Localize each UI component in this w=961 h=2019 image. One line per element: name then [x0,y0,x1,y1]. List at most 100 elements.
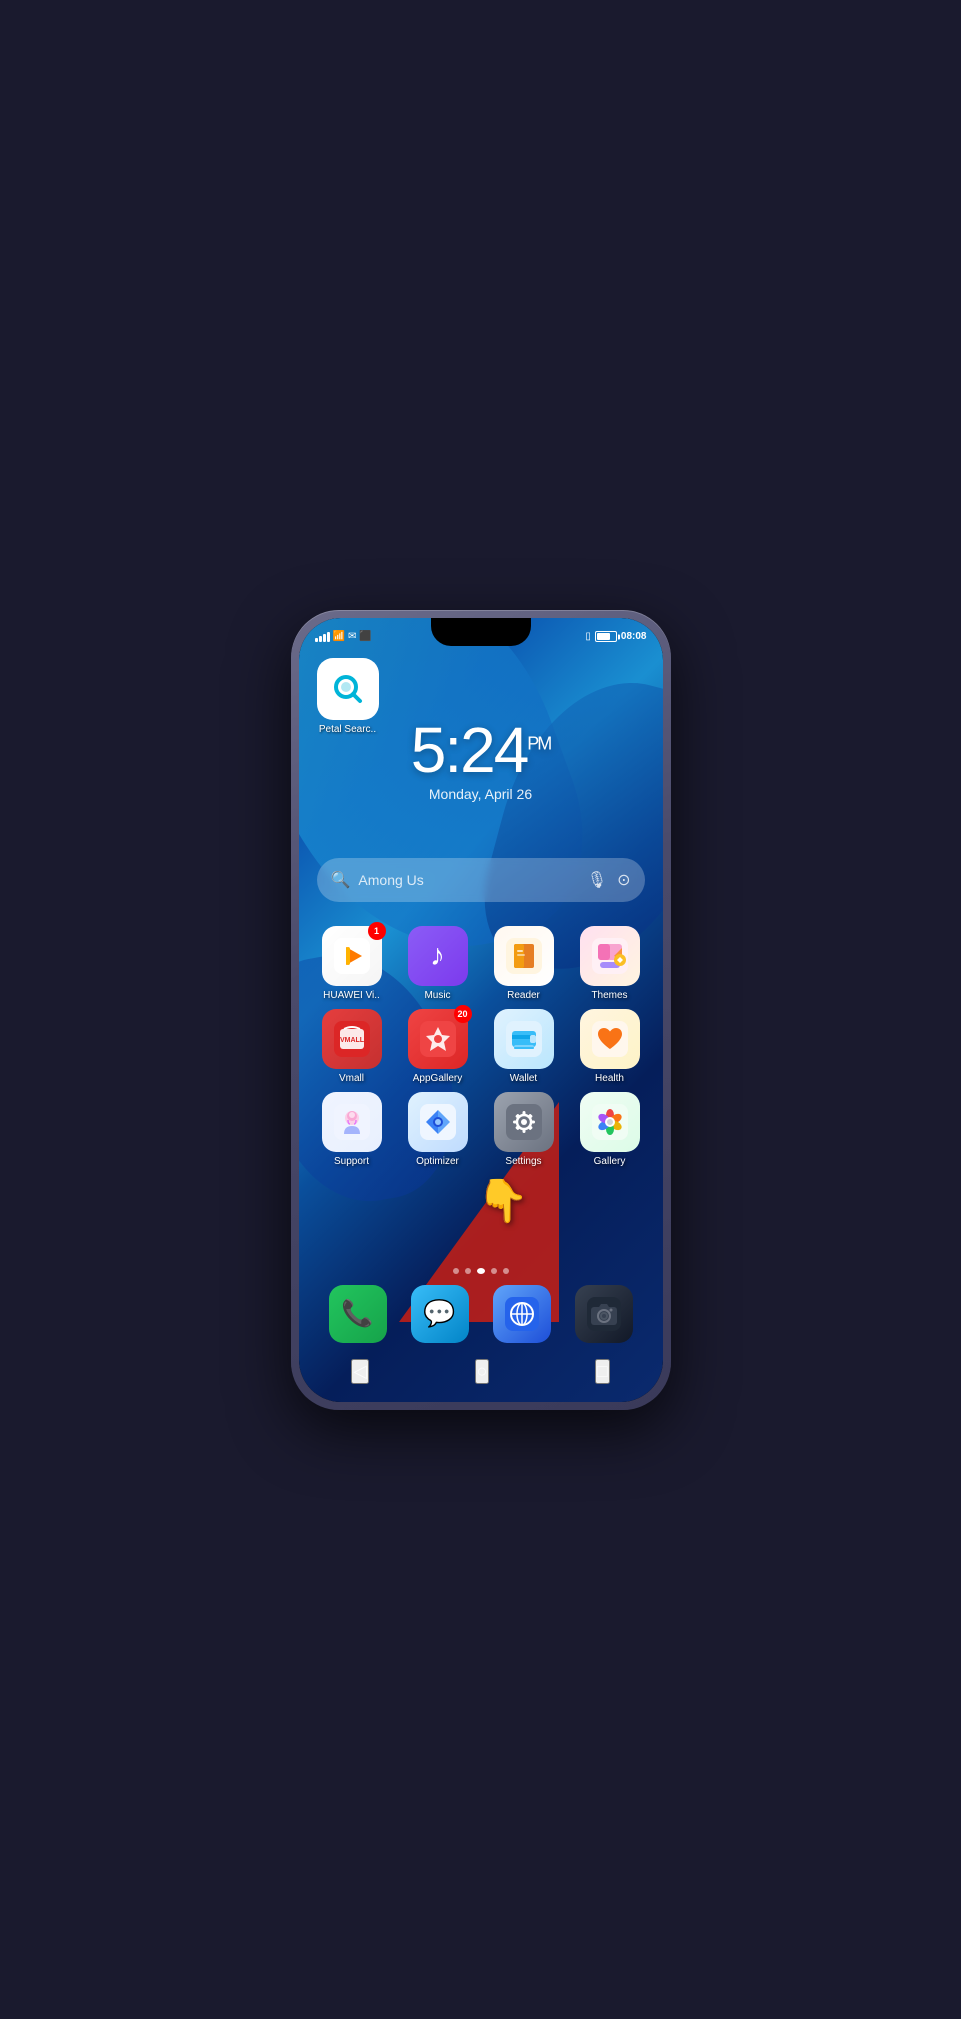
signal-bars [315,632,330,642]
page-dots [299,1268,663,1274]
optimizer-icon[interactable] [408,1092,468,1152]
nav-bar: ◁ ○ □ [299,1352,663,1392]
app-grid: 1 HUAWEI Vi.. ♪ [309,926,653,1175]
optimizer-svg [420,1104,456,1140]
gallery-label: Gallery [594,1156,626,1167]
dock-messages[interactable]: 💬 [411,1285,469,1343]
appgallery-label: AppGallery [413,1073,462,1084]
page-dot-3-active [477,1268,485,1274]
wallet-label: Wallet [510,1073,537,1084]
extra-status-icon: ⬛ [359,631,371,642]
settings-label: Settings [505,1156,541,1167]
appgallery-svg [420,1021,456,1057]
wifi-icon: 📶 [333,631,345,642]
page-dot-4 [491,1268,497,1274]
search-icon: 🔍 [331,870,351,890]
messages-icon: 💬 [423,1298,455,1329]
phone-frame: 📶 ✉ ⬛ ▯ 08:08 [291,610,671,1410]
vmall-label: Vmall [339,1073,364,1084]
dock: 📞 💬 [317,1280,645,1348]
wallet-svg [506,1021,542,1057]
battery-icon [595,631,617,642]
notch [431,618,531,646]
hand-cursor-icon: 👇 [477,1177,529,1224]
app-vmall[interactable]: VMALL Vmall [312,1009,392,1084]
vmall-icon[interactable]: VMALL [322,1009,382,1069]
signal-bar-1 [315,638,318,642]
dock-browser[interactable] [493,1285,551,1343]
battery-fill [597,633,610,640]
huawei-video-label: HUAWEI Vi.. [323,990,380,1001]
page-dot-5 [503,1268,509,1274]
app-support[interactable]: Support [312,1092,392,1167]
huawei-video-icon[interactable]: 1 [322,926,382,986]
status-left: 📶 ✉ ⬛ [315,631,372,642]
reader-icon[interactable] [494,926,554,986]
reader-label: Reader [507,990,540,1001]
support-icon[interactable] [322,1092,382,1152]
screen: 📶 ✉ ⬛ ▯ 08:08 [299,618,663,1402]
phone-icon: 📞 [341,1298,373,1329]
app-optimizer[interactable]: Optimizer [398,1092,478,1167]
health-svg [592,1021,628,1057]
petal-search-icon[interactable] [317,658,379,720]
svg-text:VMALL: VMALL [339,1037,364,1044]
nav-recent-button[interactable]: □ [595,1359,610,1384]
app-gallery[interactable]: Gallery [570,1092,650,1167]
app-reader[interactable]: Reader [484,926,564,1001]
clock-status: 08:08 [621,631,647,642]
app-huawei-video[interactable]: 1 HUAWEI Vi.. [312,926,392,1001]
data-icon: ✉ [348,631,356,642]
search-input-text[interactable]: Among Us [358,872,578,888]
gallery-icon[interactable] [580,1092,640,1152]
dock-phone[interactable]: 📞 [329,1285,387,1343]
vmall-svg: VMALL [334,1021,370,1057]
browser-svg [505,1297,539,1331]
scan-icon[interactable]: ⊙ [617,870,630,890]
app-row-2: VMALL Vmall 20 [309,1009,653,1084]
wallet-icon[interactable] [494,1009,554,1069]
app-row-3: Support Optimi [309,1092,653,1167]
badge-20: 20 [454,1005,472,1023]
mic-icon[interactable]: 🎙 [587,870,607,890]
reader-svg [506,938,542,974]
app-music[interactable]: ♪ Music [398,926,478,1001]
clock-area: 5:24PM Monday, April 26 [299,718,663,802]
support-svg [334,1104,370,1140]
gallery-svg [592,1104,628,1140]
clock-time: 5:24PM [299,718,663,782]
themes-icon[interactable] [580,926,640,986]
page-dot-1 [453,1268,459,1274]
cursor-pointer: 👇 [477,1177,527,1237]
app-row-1: 1 HUAWEI Vi.. ♪ [309,926,653,1001]
health-icon[interactable] [580,1009,640,1069]
signal-bar-4 [327,632,330,642]
themes-label: Themes [591,990,627,1001]
vibrate-icon: ▯ [585,631,591,642]
health-label: Health [595,1073,624,1084]
phone-inner: 📶 ✉ ⬛ ▯ 08:08 [299,618,663,1402]
support-label: Support [334,1156,369,1167]
optimizer-label: Optimizer [416,1156,459,1167]
nav-home-button[interactable]: ○ [475,1359,490,1384]
nav-back-button[interactable]: ◁ [351,1359,369,1384]
app-health[interactable]: Health [570,1009,650,1084]
music-symbol: ♪ [430,939,445,973]
settings-icon[interactable] [494,1092,554,1152]
music-label: Music [424,990,450,1001]
appgallery-icon[interactable]: 20 [408,1009,468,1069]
camera-svg [587,1297,621,1331]
signal-bar-2 [319,636,322,642]
dock-camera[interactable] [575,1285,633,1343]
app-wallet[interactable]: Wallet [484,1009,564,1084]
search-bar[interactable]: 🔍 Among Us 🎙 ⊙ [317,858,645,902]
app-settings[interactable]: Settings [484,1092,564,1167]
clock-date: Monday, April 26 [299,786,663,802]
status-right: ▯ 08:08 [585,631,646,642]
music-icon[interactable]: ♪ [408,926,468,986]
app-themes[interactable]: Themes [570,926,650,1001]
app-appgallery[interactable]: 20 AppGallery [398,1009,478,1084]
page-dot-2 [465,1268,471,1274]
video-svg [334,938,370,974]
signal-bar-3 [323,634,326,642]
